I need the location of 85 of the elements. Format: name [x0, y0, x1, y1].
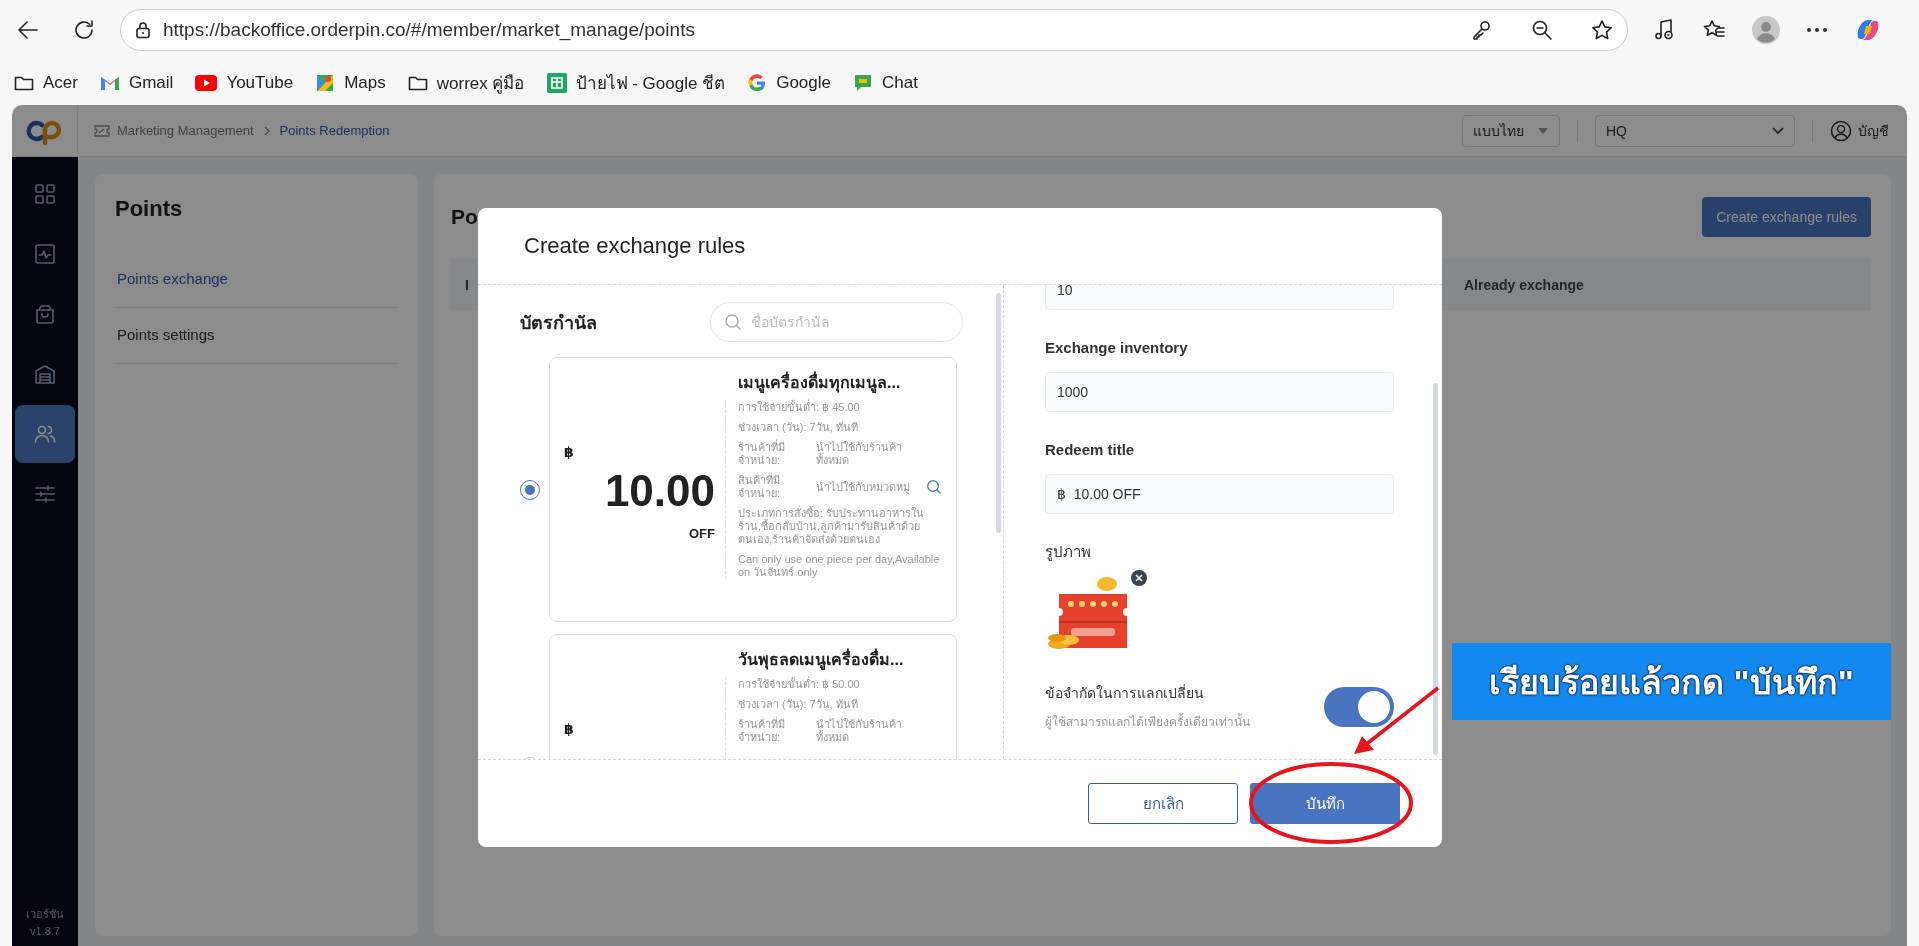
star-icon[interactable]: [1591, 19, 1613, 41]
bookmark[interactable]: Chat: [853, 72, 918, 93]
search-field[interactable]: ชื่อบัตรกำนัล: [710, 302, 963, 342]
spreadsheet-icon: [546, 72, 567, 93]
discount-unit: OFF: [688, 526, 715, 541]
bookmark[interactable]: Gmail: [99, 72, 174, 93]
more-icon[interactable]: [1806, 27, 1828, 33]
input-field[interactable]: 1000: [1045, 372, 1394, 412]
bookmark[interactable]: ป้ายไฟ - Google ชีต: [546, 69, 726, 96]
panel-title: Points: [115, 196, 184, 222]
user-icon: [1830, 119, 1852, 142]
coupon-title: เมนูเครื่องดื่มทุกเมนูล...: [738, 370, 948, 395]
bookmark[interactable]: Maps: [315, 72, 386, 93]
detail-value: นำไปใช้กับร้านค้าทั้งหมด: [816, 441, 903, 467]
bookmark[interactable]: Google: [747, 72, 831, 93]
back-icon[interactable]: [16, 18, 40, 42]
detail-label: ร้านค้าที่มี จำหน่าย:: [738, 718, 786, 744]
g-icon: [747, 72, 768, 93]
ticket-icon: [94, 123, 110, 138]
sliders-icon: [34, 483, 56, 505]
currency-symbol: ฿: [564, 444, 575, 460]
coupon-detail: การใช้จ่ายขั้นต่ำ: ฿ 50.00: [738, 678, 861, 691]
detail-label: สินค้าที่มี จำหน่าย:: [738, 474, 782, 500]
caret-icon: [1537, 126, 1549, 135]
save-button[interactable]: บันทึก: [1250, 783, 1400, 824]
coupon-detail: ประเภทการสั่งซื้อ: รับประทานอาหารในร้าน,ซื้อกลับบ้าน,ลูกค้ามารับสินค้าด้วยตนเอง,ร้านค้าจัดส่งด้วยตนเอง: [738, 507, 926, 546]
version-number: v1.8.7: [29, 924, 61, 939]
users-icon: [34, 423, 56, 445]
refresh-icon[interactable]: [72, 18, 96, 42]
account-button[interactable]: บัญชี: [1830, 119, 1889, 142]
input-field[interactable]: ฿ 10.00 OFF: [1045, 474, 1394, 514]
play-icon: [195, 74, 218, 91]
input-field[interactable]: 10: [1045, 285, 1394, 310]
coupon-detail: Can only use one piece per day,Available on วันจันทร์ only: [738, 553, 941, 579]
coupon-card[interactable]: ฿ วันพุธลดเมนูเครื่องดื่ม... การใช้จ่ายขั้นต่ำ: ฿ 50.00 ช่วงเวลา (วัน): 7วัน, ทันที ร้านค้าที่มี จำหน่าย: นำไปใช้กับร้านค้าทั้งหมด: [549, 634, 957, 759]
menu-item[interactable]: Points settings: [115, 308, 398, 364]
section-heading: บัตรกำนัล: [520, 311, 597, 335]
chevron-down-icon: [1772, 126, 1784, 135]
detail-value: นำไปใช้กับหมวดหมู่: [816, 480, 911, 494]
field-hint: ผู้ใช้สามารถแลกได้เพียงครั้งเดียวเท่านั้น: [1045, 712, 1250, 731]
map-pin-icon: [315, 72, 336, 93]
nav-button[interactable]: [15, 405, 75, 463]
warehouse-icon: [34, 363, 56, 385]
detail-value: นำไปใช้กับร้านค้าทั้งหมด: [816, 718, 903, 744]
media-icon[interactable]: [1652, 18, 1676, 42]
lock-icon: [133, 20, 153, 40]
coupon-detail: ช่วงเวลา (วัน): 7วัน, ทันที: [738, 421, 859, 434]
menu-item[interactable]: Points exchange: [115, 252, 398, 308]
coupon-title: วันพุธลดเมนูเครื่องดื่ม...: [738, 647, 948, 672]
cancel-button[interactable]: ยกเลิก: [1088, 783, 1238, 824]
radio-button[interactable]: [520, 479, 540, 500]
coupon-detail: การใช้จ่ายขั้นต่ำ: ฿ 45.00: [738, 401, 861, 414]
key-icon[interactable]: [1471, 19, 1493, 41]
address-bar[interactable]: https://backoffice.orderpin.co/#/member/market_manage/points: [120, 9, 1628, 51]
store-select[interactable]: HQ: [1595, 114, 1795, 147]
currency-symbol: ฿: [564, 721, 575, 737]
column-header: I: [465, 277, 469, 293]
column-header: Already exchange: [1464, 277, 1585, 293]
mail-icon: [99, 74, 120, 91]
chat-icon: [853, 72, 873, 93]
coupon-card[interactable]: [549, 357, 957, 622]
bookmark[interactable]: YouTube: [195, 72, 294, 93]
page-title: Po: [451, 205, 478, 229]
remove-icon[interactable]: [1131, 570, 1147, 586]
avatar-icon[interactable]: [1752, 16, 1780, 44]
chart-icon: [34, 243, 56, 265]
bookmark[interactable]: Acer: [14, 72, 78, 93]
breadcrumb-item: Points Redemption: [279, 123, 390, 138]
discount-amount: 10.00: [603, 466, 715, 516]
zoom-out-icon[interactable]: [1531, 19, 1553, 41]
search-icon[interactable]: [926, 479, 942, 495]
field-label: Redeem title: [1045, 440, 1136, 460]
version-label: เวอร์ชัน: [26, 907, 64, 922]
coupon-detail: ช่วงเวลา (วัน): 7วัน, ทันที: [738, 698, 859, 711]
annotation-callout: เรียบร้อยแล้วกด "บันทึก": [1452, 643, 1891, 720]
bookmark[interactable]: worrex คู่มือ: [407, 69, 525, 96]
language-select[interactable]: แบบไทย: [1462, 114, 1560, 147]
field-label: ข้อจำกัดในการแลกเปลี่ยน: [1045, 683, 1205, 703]
field-label: รูปภาพ: [1045, 542, 1092, 562]
grid-icon: [34, 183, 56, 205]
detail-label: ร้านค้าที่มี จำหน่าย:: [738, 441, 786, 467]
field-label: Exchange inventory: [1045, 338, 1189, 358]
toggle-switch[interactable]: [1324, 686, 1394, 727]
search-icon: [724, 313, 742, 331]
bag-icon: [34, 303, 56, 325]
